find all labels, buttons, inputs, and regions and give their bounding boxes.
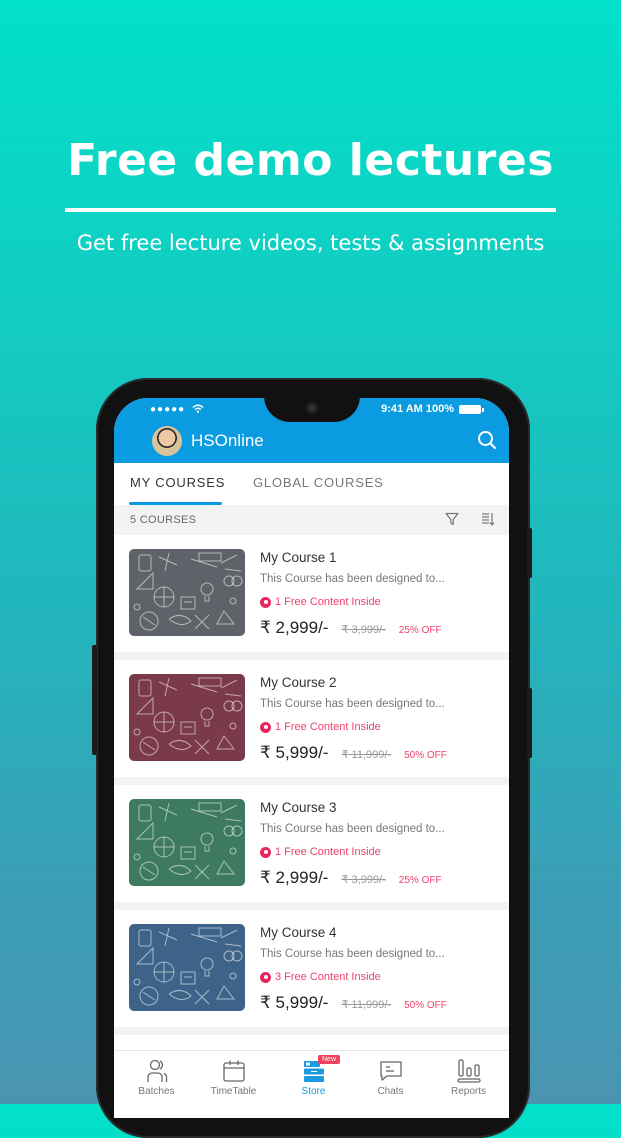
original-price: ₹ 11,999/-	[341, 749, 392, 761]
phone-side-button	[92, 645, 97, 755]
chalkboard-doodle-image	[129, 799, 245, 886]
course-description: This Course has been designed to...	[260, 948, 445, 960]
free-content-badge: 1 Free Content Inside	[260, 846, 381, 858]
phone-screen: ●●●●● 9:41 AM 100% HSOnline MY COURSES G…	[114, 398, 509, 1118]
price-row: ₹ 5,999/- ₹ 11,999/- 50% OFF	[260, 993, 447, 1013]
battery-icon	[459, 404, 484, 414]
chalkboard-doodle-image	[129, 549, 245, 636]
nav-label: Store	[301, 1086, 326, 1097]
app-bar: ●●●●● 9:41 AM 100% HSOnline	[114, 398, 509, 463]
free-content-label: 1 Free Content Inside	[275, 721, 381, 733]
original-price: ₹ 3,999/-	[341, 874, 386, 886]
price-row: ₹ 2,999/- ₹ 3,999/- 25% OFF	[260, 618, 442, 638]
calendar-icon	[222, 1060, 245, 1082]
gift-icon	[260, 846, 271, 858]
filter-icon[interactable]	[445, 512, 459, 526]
hero-subtitle: Get free lecture videos, tests & assignm…	[76, 231, 545, 255]
course-title: My Course 3	[260, 800, 337, 815]
course-description: This Course has been designed to...	[260, 698, 445, 710]
free-content-badge: 1 Free Content Inside	[260, 721, 381, 733]
chalkboard-doodle-image	[129, 924, 245, 1011]
discount-label: 50% OFF	[404, 750, 447, 761]
discount-label: 50% OFF	[404, 1000, 447, 1011]
course-tabs: MY COURSES GLOBAL COURSES	[114, 463, 509, 505]
course-thumbnail	[129, 924, 245, 1011]
hero-divider	[65, 208, 556, 212]
course-price: ₹ 5,999/-	[260, 993, 329, 1012]
sort-icon[interactable]	[481, 512, 495, 526]
course-card[interactable]: My Course 4 This Course has been designe…	[114, 910, 509, 1035]
new-badge: New	[318, 1055, 341, 1064]
tab-global-courses[interactable]: GLOBAL COURSES	[253, 475, 384, 490]
status-bar-right: 9:41 AM 100%	[381, 403, 484, 415]
nav-label: TimeTable	[210, 1086, 257, 1097]
bottom-nav: Batches TimeTable New Store Chats Report…	[114, 1050, 509, 1118]
status-bar-left: ●●●●●	[150, 404, 204, 415]
nav-timetable[interactable]: TimeTable	[194, 1059, 273, 1097]
course-list: My Course 1 This Course has been designe…	[114, 535, 509, 1035]
course-card[interactable]: My Course 1 This Course has been designe…	[114, 535, 509, 660]
battery-percent: 100%	[425, 403, 454, 415]
camera	[306, 402, 318, 414]
wifi-icon	[192, 404, 204, 413]
original-price: ₹ 3,999/-	[341, 624, 386, 636]
phone-side-button	[527, 688, 532, 758]
course-card[interactable]: My Course 3 This Course has been designe…	[114, 785, 509, 910]
course-price: ₹ 2,999/-	[260, 868, 329, 887]
search-icon[interactable]	[477, 430, 497, 450]
discount-label: 25% OFF	[398, 625, 442, 636]
gift-icon	[260, 596, 271, 608]
course-count: 5 COURSES	[130, 514, 197, 526]
free-content-label: 3 Free Content Inside	[275, 971, 381, 983]
free-content-label: 1 Free Content Inside	[275, 596, 381, 608]
nav-label: Chats	[377, 1086, 404, 1097]
course-thumbnail	[129, 549, 245, 636]
nav-chats[interactable]: Chats	[351, 1059, 430, 1097]
price-row: ₹ 5,999/- ₹ 11,999/- 50% OFF	[260, 743, 447, 763]
course-title: My Course 1	[260, 550, 337, 565]
phone-side-button	[527, 528, 532, 578]
nav-store[interactable]: New Store	[274, 1055, 353, 1097]
course-description: This Course has been designed to...	[260, 823, 445, 835]
batches-icon	[146, 1059, 167, 1082]
reports-icon	[456, 1059, 481, 1083]
original-price: ₹ 11,999/-	[341, 999, 392, 1011]
nav-label: Reports	[450, 1086, 486, 1097]
course-description: This Course has been designed to...	[260, 573, 445, 585]
course-card[interactable]: My Course 2 This Course has been designe…	[114, 660, 509, 785]
tab-my-courses[interactable]: MY COURSES	[130, 475, 225, 490]
course-title: My Course 2	[260, 675, 337, 690]
chalkboard-doodle-image	[129, 674, 245, 761]
discount-label: 25% OFF	[398, 875, 442, 886]
nav-label: Batches	[138, 1086, 175, 1097]
course-price: ₹ 5,999/-	[260, 743, 329, 762]
price-row: ₹ 2,999/- ₹ 3,999/- 25% OFF	[260, 868, 442, 888]
free-content-badge: 1 Free Content Inside	[260, 596, 381, 608]
gift-icon	[260, 721, 271, 733]
signal-icon: ●●●●●	[150, 404, 186, 415]
app-title: HSOnline	[191, 431, 264, 450]
hero-title: Free demo lectures	[67, 135, 554, 186]
filter-bar: 5 COURSES	[114, 505, 509, 535]
gift-icon	[260, 971, 271, 983]
course-thumbnail	[129, 674, 245, 761]
course-title: My Course 4	[260, 925, 337, 940]
free-content-label: 1 Free Content Inside	[275, 846, 381, 858]
status-time: 9:41 AM	[381, 403, 423, 415]
free-content-badge: 3 Free Content Inside	[260, 971, 381, 983]
avatar[interactable]	[152, 426, 182, 456]
chat-icon	[379, 1061, 402, 1081]
course-thumbnail	[129, 799, 245, 886]
course-price: ₹ 2,999/-	[260, 618, 329, 637]
nav-batches[interactable]: Batches	[117, 1059, 196, 1097]
nav-reports[interactable]: Reports	[429, 1059, 508, 1097]
